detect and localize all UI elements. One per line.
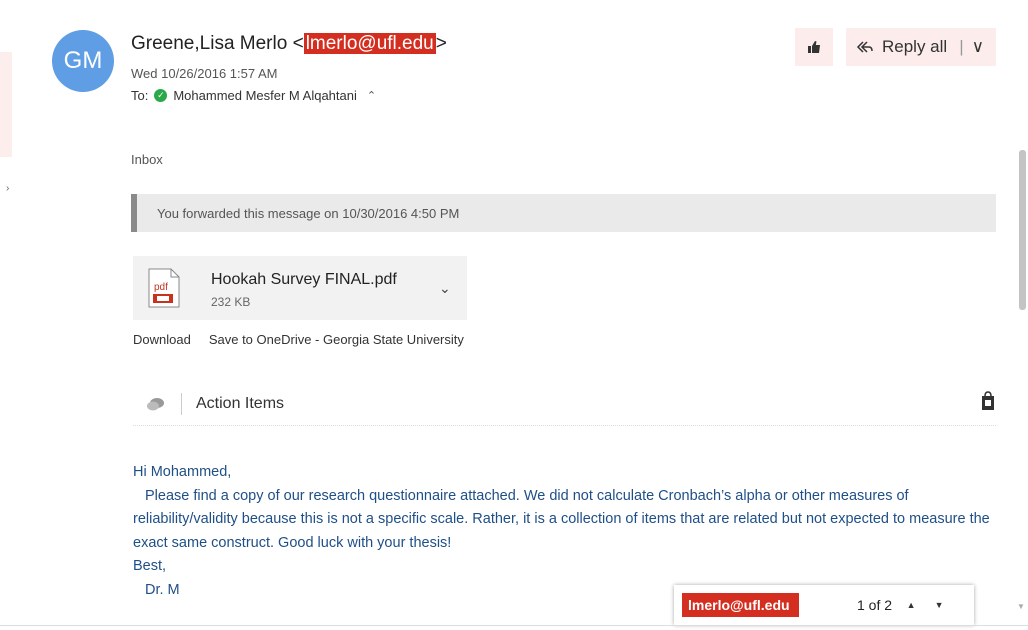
- find-query[interactable]: lmerlo@ufl.edu: [682, 593, 799, 617]
- find-previous-icon[interactable]: ▲: [902, 596, 920, 614]
- button-divider: |: [959, 37, 964, 56]
- reply-all-icon: [856, 41, 873, 53]
- find-next-icon[interactable]: ▼: [930, 596, 948, 614]
- sent-date: Wed 10/26/2016 1:57 AM: [131, 66, 278, 81]
- chevron-down-icon[interactable]: ⌄: [439, 280, 451, 297]
- reply-all-label: Reply all: [882, 37, 948, 56]
- collapse-chevron-icon[interactable]: ›: [6, 183, 9, 194]
- bottom-border: [0, 625, 1028, 626]
- to-label: To:: [131, 88, 149, 103]
- attachment-name: Hookah Survey FINAL.pdf: [211, 271, 397, 288]
- like-button[interactable]: [795, 28, 833, 66]
- chevron-down-icon[interactable]: ∨: [972, 37, 984, 57]
- pdf-file-icon: pdf: [148, 268, 180, 308]
- message-body: Hi Mohammed, Please find a copy of our r…: [133, 461, 993, 602]
- attachment-actions: Download Save to OneDrive - Georgia Stat…: [133, 332, 464, 347]
- sender-email: lmerlo@ufl.edu: [303, 33, 436, 54]
- verified-check-icon: ✓: [154, 89, 168, 102]
- attachment-card[interactable]: pdf Hookah Survey FINAL.pdf 232 KB ⌄: [133, 256, 467, 320]
- action-items-label: Action Items: [196, 395, 285, 412]
- scroll-down-arrow-icon[interactable]: ▼: [1017, 602, 1025, 611]
- greeting: Hi Mohammed,: [133, 464, 232, 480]
- attachment-size: 232 KB: [211, 295, 251, 309]
- save-to-onedrive-link[interactable]: Save to OneDrive - Georgia State Univers…: [209, 332, 464, 347]
- scrollbar-thumb[interactable]: [1019, 150, 1026, 310]
- avatar: GM: [52, 30, 114, 92]
- sender-line: Greene,Lisa Merlo < lmerlo@ufl.edu >: [131, 33, 447, 54]
- forward-info-bar: You forwarded this message on 10/30/2016…: [131, 194, 996, 232]
- divider: [181, 393, 182, 415]
- action-items-bar[interactable]: Action Items: [133, 383, 996, 425]
- sender-name[interactable]: Greene,Lisa Merlo: [131, 33, 287, 54]
- reply-all-button[interactable]: Reply all | ∨: [846, 28, 996, 66]
- store-bag-icon[interactable]: [980, 391, 996, 416]
- section-divider: [133, 425, 996, 426]
- download-link[interactable]: Download: [133, 332, 191, 347]
- folder-label[interactable]: Inbox: [131, 152, 163, 167]
- left-panel-edge: [0, 52, 12, 157]
- find-count: 1 of 2: [857, 597, 893, 613]
- find-bar: lmerlo@ufl.edu 1 of 2 ▲ ▼: [674, 585, 974, 625]
- svg-text:pdf: pdf: [154, 282, 168, 293]
- closing: Best,: [133, 558, 167, 574]
- body-paragraph: Please find a copy of our research quest…: [133, 487, 990, 551]
- thumbs-up-icon: [808, 41, 820, 53]
- recipient-name[interactable]: Mohammed Mesfer M Alqahtani: [173, 88, 357, 103]
- chevron-up-icon[interactable]: ⌃: [367, 89, 376, 102]
- recipients-line: To: ✓ Mohammed Mesfer M Alqahtani ⌃: [131, 88, 376, 103]
- forward-note: You forwarded this message on 10/30/2016…: [157, 205, 460, 221]
- action-items-icon: [147, 398, 164, 411]
